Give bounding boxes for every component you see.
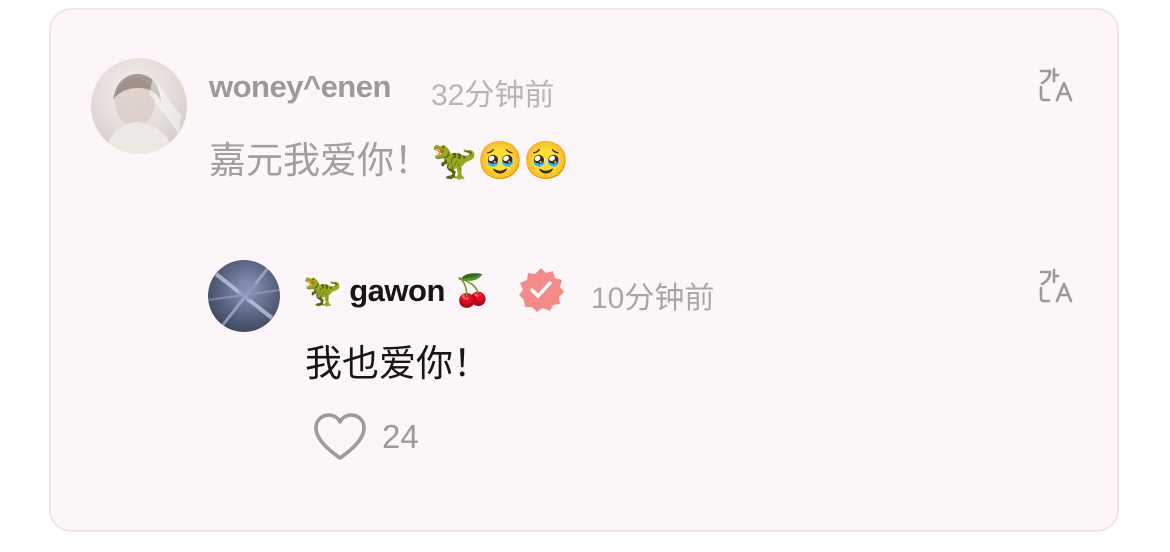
username-prefix-emoji: 🦖: [303, 273, 342, 308]
translate-icon[interactable]: [1037, 65, 1077, 105]
verified-badge-icon: [519, 268, 564, 312]
translate-icon[interactable]: [1037, 266, 1077, 306]
replier-username[interactable]: 🦖 gawon 🍒: [303, 272, 492, 309]
comment-text: 嘉元我爱你！🦖🥹🥹: [209, 140, 570, 181]
like-count: 24: [382, 418, 419, 455]
comment-timestamp: 32分钟前: [431, 79, 555, 112]
comment-card: woney^enen 32分钟前 嘉元我爱你！🦖🥹🥹 🦖 gawon 🍒 10分…: [49, 8, 1119, 532]
commenter-avatar[interactable]: [91, 58, 187, 154]
replier-avatar[interactable]: [208, 260, 280, 332]
reply-timestamp: 10分钟前: [591, 282, 715, 315]
username-suffix-emoji: 🍒: [453, 273, 492, 308]
heart-icon[interactable]: [311, 410, 369, 464]
avatar-photo-icon: [208, 267, 280, 327]
username-text: gawon: [349, 273, 445, 308]
commenter-username[interactable]: woney^enen: [209, 69, 391, 105]
avatar-photo-icon: [105, 74, 181, 154]
reply-text: 我也爱你！: [305, 343, 490, 384]
